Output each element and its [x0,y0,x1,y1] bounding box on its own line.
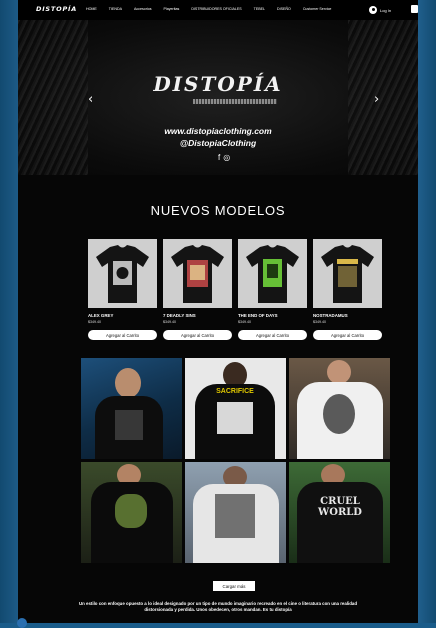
nav-item-diseno[interactable]: DISEÑO [277,7,291,11]
tshirt-icon [96,245,149,303]
product-row: ALEX GREY $349.40 Agregar al Carrito 7 D… [88,239,382,340]
nav-item-tienda[interactable]: TIENDA [109,7,122,11]
load-more-button[interactable]: Cargar más [213,581,255,591]
gallery-photo[interactable] [81,462,182,563]
user-avatar-icon [369,6,377,14]
login-label: Log In [380,7,392,13]
brand-description: Un estilo con enfoque opuesto a lo ideal… [78,601,358,612]
product-image[interactable] [313,239,382,308]
hero-slideshow: ‹ › DISTOPÍA www.distopiaclothing.com @D… [18,20,418,175]
hero-handle: @DistopiaClothing [179,138,257,148]
hero-brand-title: DISTOPÍA [153,72,283,96]
nav-item-accesorios[interactable]: Accesorios [134,7,152,11]
top-navigation: DISTOPÍA HOME TIENDA Accesorios Playerit… [18,0,418,20]
product-name[interactable]: 7 DEADLY SINS [163,313,232,318]
add-to-cart-button[interactable]: Agregar al Carrito [238,330,307,340]
gallery-photo[interactable] [289,358,390,459]
chat-icon[interactable] [17,618,27,628]
product-price: $349.40 [313,320,326,324]
section-title: NUEVOS MODELOS [150,203,286,218]
tshirt-icon [246,245,299,303]
site-frame: DISTOPÍA HOME TIENDA Accesorios Playerit… [18,0,418,623]
product-price: $349.40 [163,320,176,324]
product-image[interactable] [163,239,232,308]
add-to-cart-button[interactable]: Agregar al Carrito [163,330,232,340]
tshirt-icon [321,245,374,303]
gallery-photo[interactable]: CRUEL WORLD [289,462,390,563]
nav-item-home[interactable]: HOME [86,7,97,11]
product-name[interactable]: NOSTRADAMUS [313,313,382,318]
add-to-cart-button[interactable]: Agregar al Carrito [313,330,382,340]
add-to-cart-button[interactable]: Agregar al Carrito [88,330,157,340]
facebook-icon[interactable]: f [218,153,220,162]
nav-item-distribuidores[interactable]: DISTRIBUIDORES OFICIALES [191,7,241,11]
nav-menu: HOME TIENDA Accesorios Playeritas DISTRI… [86,7,343,11]
nav-item-customer-service[interactable]: Customer Service [303,7,332,11]
product-name[interactable]: ALEX GREY [88,313,157,318]
hero-website: www.distopiaclothing.com [164,126,272,136]
nav-item-playeritas[interactable]: Playeritas [164,7,180,11]
product-card[interactable]: ALEX GREY $349.40 Agregar al Carrito [88,239,157,340]
photo-gallery: SACRIFICE CRUEL WORLD [81,358,390,563]
hero-texture-right [348,20,418,175]
instagram-icon[interactable]: ◎ [223,153,230,162]
tshirt-icon [171,245,224,303]
product-card[interactable]: THE END OF DAYS $349.40 Agregar al Carri… [238,239,307,340]
login-button[interactable]: Log In [369,6,391,14]
hero-texture-left [18,20,88,175]
product-price: $349.40 [88,320,101,324]
product-price: $349.40 [238,320,251,324]
product-name[interactable]: THE END OF DAYS [238,313,307,318]
nav-item-tebel[interactable]: TEBEL [254,7,265,11]
gallery-photo[interactable] [81,358,182,459]
product-image[interactable] [238,239,307,308]
hero-clothing-tagline-graphic [193,99,277,104]
site-logo[interactable]: DISTOPÍA [36,5,77,13]
shirt-print-text: SACRIFICE [216,388,254,395]
hero-social-icons: f ◎ [218,153,230,162]
gallery-photo[interactable] [185,462,286,563]
product-card[interactable]: NOSTRADAMUS $349.40 Agregar al Carrito [313,239,382,340]
right-window-edge [418,0,436,623]
gallery-photo[interactable]: SACRIFICE [185,358,286,459]
product-image[interactable] [88,239,157,308]
product-card[interactable]: 7 DEADLY SINS $349.40 Agregar al Carrito [163,239,232,340]
shopping-bag-icon[interactable] [411,5,418,13]
shirt-print-text: CRUEL WORLD [318,496,362,518]
left-window-edge [0,0,18,623]
